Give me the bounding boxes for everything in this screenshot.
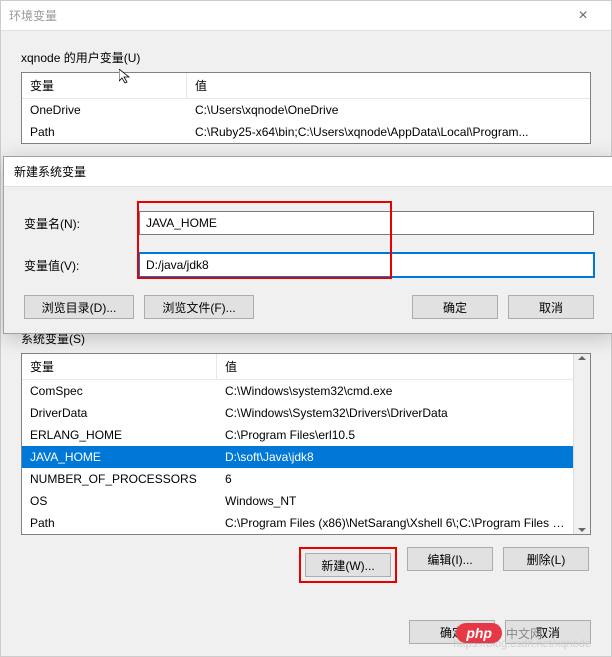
modal-title: 新建系统变量	[4, 157, 612, 187]
php-badge: php	[456, 623, 502, 643]
table-header: 变量 值	[22, 73, 590, 99]
cell-name: OneDrive	[22, 101, 187, 119]
table-row[interactable]: ComSpecC:\Windows\system32\cmd.exe	[22, 380, 573, 402]
cell-value: C:\Program Files\erl10.5	[217, 426, 573, 444]
table-row[interactable]: JAVA_HOMED:\soft\Java\jdk8	[22, 446, 573, 468]
table-header: 变量 值	[22, 354, 573, 380]
cell-name: OS	[22, 492, 217, 510]
cell-value: C:\Windows\system32\cmd.exe	[217, 382, 573, 400]
cell-name: Path	[22, 123, 187, 141]
cell-value: C:\Users\xqnode\OneDrive	[187, 101, 590, 119]
close-icon[interactable]: ×	[563, 7, 603, 25]
cell-value: C:\Program Files (x86)\NetSarang\Xshell …	[217, 514, 573, 532]
cell-value: 6	[217, 470, 573, 488]
table-row[interactable]: DriverDataC:\Windows\System32\Drivers\Dr…	[22, 402, 573, 424]
sys-vars-table[interactable]: 变量 值 ComSpecC:\Windows\system32\cmd.exeD…	[21, 353, 591, 535]
edit-sys-var-button[interactable]: 编辑(I)...	[407, 547, 493, 571]
cell-value: D:\soft\Java\jdk8	[217, 448, 573, 466]
scroll-down-icon[interactable]	[578, 528, 586, 532]
table-row[interactable]: PathC:\Ruby25-x64\bin;C:\Users\xqnode\Ap…	[22, 121, 590, 143]
new-sys-var-button[interactable]: 新建(W)...	[305, 553, 391, 577]
delete-sys-var-button[interactable]: 删除(L)	[503, 547, 589, 571]
titlebar: 环境变量 ×	[1, 1, 611, 31]
table-row[interactable]: OSWindows_NT	[22, 490, 573, 512]
browse-file-button[interactable]: 浏览文件(F)...	[144, 295, 254, 319]
php-text: 中文网	[506, 625, 542, 642]
php-logo: php 中文网	[456, 623, 542, 643]
scroll-up-icon[interactable]	[578, 356, 586, 360]
var-value-input[interactable]	[139, 253, 594, 277]
var-value-label: 变量值(V):	[24, 257, 139, 274]
cell-name: NUMBER_OF_PROCESSORS	[22, 470, 217, 488]
table-row[interactable]: NUMBER_OF_PROCESSORS6	[22, 468, 573, 490]
cell-value: C:\Ruby25-x64\bin;C:\Users\xqnode\AppDat…	[187, 123, 590, 141]
var-name-label: 变量名(N):	[24, 215, 139, 232]
browse-dir-button[interactable]: 浏览目录(D)...	[24, 295, 134, 319]
cell-name: ERLANG_HOME	[22, 426, 217, 444]
table-row[interactable]: OneDriveC:\Users\xqnode\OneDrive	[22, 99, 590, 121]
cell-name: DriverData	[22, 404, 217, 422]
new-sys-var-dialog: 新建系统变量 变量名(N): 变量值(V): 浏览目录(D)... 浏览文件(F…	[3, 156, 612, 334]
table-row[interactable]: ERLANG_HOMEC:\Program Files\erl10.5	[22, 424, 573, 446]
col-value-header[interactable]: 值	[217, 354, 573, 379]
table-row[interactable]: PathC:\Program Files (x86)\NetSarang\Xsh…	[22, 512, 573, 534]
window-title: 环境变量	[9, 7, 563, 24]
cell-name: ComSpec	[22, 382, 217, 400]
cell-value: C:\Windows\System32\Drivers\DriverData	[217, 404, 573, 422]
col-name-header[interactable]: 变量	[22, 354, 217, 379]
cell-name: JAVA_HOME	[22, 448, 217, 466]
cell-value: Windows_NT	[217, 492, 573, 510]
cursor-icon	[119, 69, 135, 85]
col-value-header[interactable]: 值	[187, 73, 590, 98]
modal-ok-button[interactable]: 确定	[412, 295, 498, 319]
col-name-header[interactable]: 变量	[22, 73, 187, 98]
modal-cancel-button[interactable]: 取消	[508, 295, 594, 319]
cell-name: Path	[22, 514, 217, 532]
var-name-input[interactable]	[139, 211, 594, 235]
user-vars-label: xqnode 的用户变量(U)	[21, 49, 591, 66]
user-vars-table[interactable]: 变量 值 OneDriveC:\Users\xqnode\OneDrivePat…	[21, 72, 591, 144]
scrollbar[interactable]	[573, 354, 590, 534]
